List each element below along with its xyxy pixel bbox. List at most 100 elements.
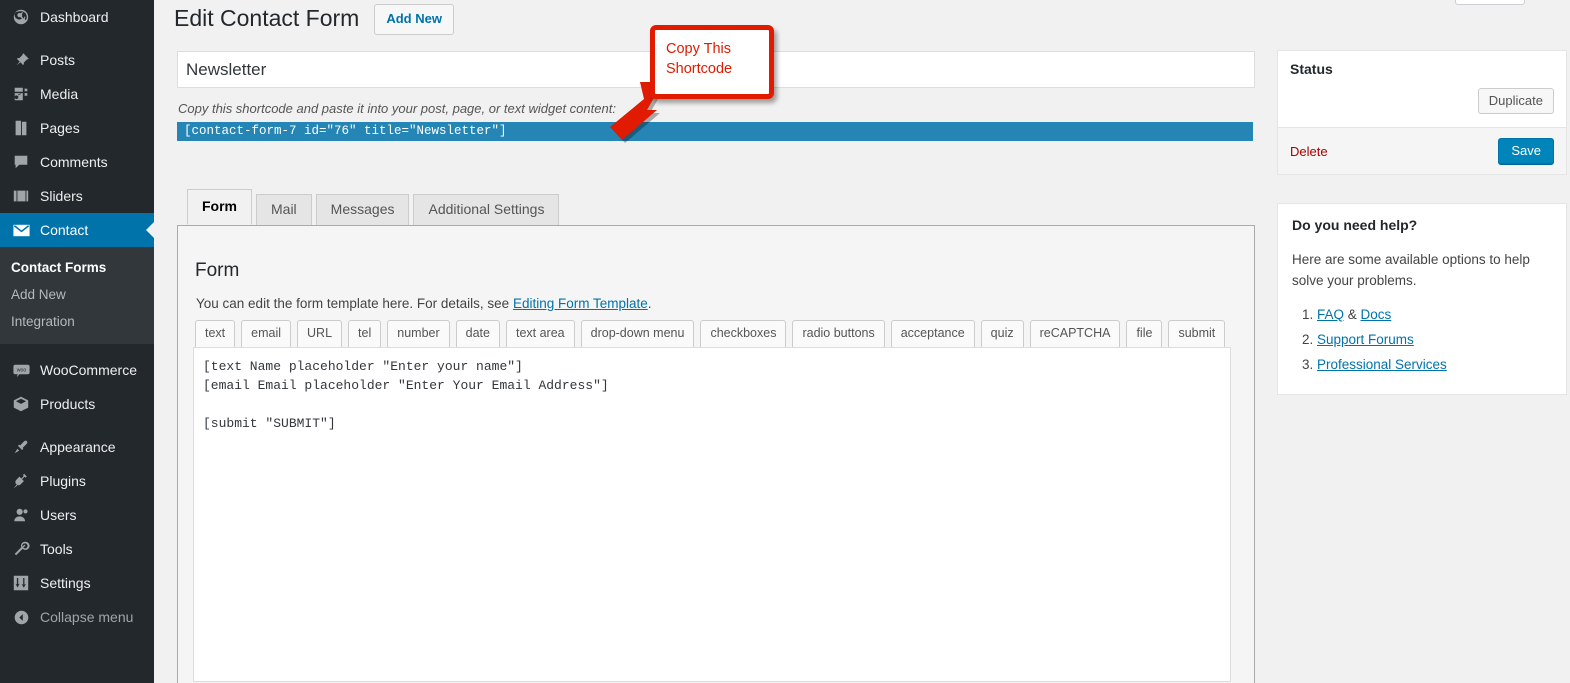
collapse-menu-label: Collapse menu [40, 609, 134, 625]
active-menu-arrow [146, 222, 154, 238]
page-title-row: Edit Contact Form Add New [174, 4, 454, 35]
tab-mail[interactable]: Mail [256, 194, 312, 226]
status-panel: Status Duplicate Delete Save [1277, 50, 1567, 175]
sidebar-separator [0, 344, 154, 353]
callout-text: Copy This Shortcode [655, 30, 769, 79]
sidebar-item-pages[interactable]: Pages [0, 111, 154, 145]
sidebar-separator [0, 34, 154, 43]
tag-button-recaptcha[interactable]: reCAPTCHA [1029, 320, 1121, 349]
faq-link[interactable]: FAQ [1317, 307, 1344, 322]
users-icon [11, 505, 31, 525]
sidebar-item-label: Pages [40, 120, 80, 136]
sidebar-item-posts[interactable]: Posts [0, 43, 154, 77]
help-panel-links: FAQ & Docs Support Forums Professional S… [1292, 303, 1552, 378]
sidebar-item-add-new[interactable]: Add New [0, 281, 154, 308]
sidebar-item-settings[interactable]: Settings [0, 566, 154, 600]
sidebar-item-appearance[interactable]: Appearance [0, 430, 154, 464]
form-editor-panel: Form You can edit the form template here… [177, 225, 1255, 683]
sidebar-item-plugins[interactable]: Plugins [0, 464, 154, 498]
sidebar-item-users[interactable]: Users [0, 498, 154, 532]
sidebar-separator [0, 421, 154, 430]
sidebar-item-label: Appearance [40, 439, 116, 455]
tag-button-date[interactable]: date [455, 320, 500, 349]
sidebar-item-label: WooCommerce [40, 362, 137, 378]
pages-icon [11, 118, 31, 138]
sidebar-item-label: Sliders [40, 188, 83, 204]
woocommerce-icon: woo [11, 360, 31, 380]
form-panel-heading: Form [195, 260, 240, 281]
tag-button-number[interactable]: number [387, 320, 450, 349]
callout-box: Copy This Shortcode [650, 25, 774, 99]
help-tab-button[interactable]: Help ▼ [1455, 0, 1525, 5]
sidebar-item-label: Contact [40, 222, 89, 238]
tag-button-text-area[interactable]: text area [505, 320, 575, 349]
sidebar-item-label: Comments [40, 154, 108, 170]
page-title: Edit Contact Form [174, 5, 360, 32]
sidebar-item-products[interactable]: Products [0, 387, 154, 421]
tab-messages[interactable]: Messages [315, 194, 410, 226]
tag-button-email[interactable]: email [241, 320, 292, 349]
comments-icon [11, 152, 31, 172]
status-panel-title: Status [1290, 61, 1333, 77]
professional-services-link[interactable]: Professional Services [1317, 357, 1447, 372]
help-link-item: Support Forums [1317, 328, 1552, 353]
dashboard-icon [11, 7, 31, 27]
envelope-icon [11, 220, 31, 240]
sidebar-item-integration[interactable]: Integration [0, 308, 154, 335]
help-panel-text: Here are some available options to help … [1292, 252, 1530, 288]
settings-sliders-icon [11, 573, 31, 593]
tab-form[interactable]: Form [187, 189, 252, 225]
tag-generator-buttons: text email URL tel number date text area… [195, 320, 1231, 349]
form-desc-text: You can edit the form template here. For… [196, 296, 513, 311]
sidebar-item-label: Users [40, 507, 77, 523]
sidebar-item-dashboard[interactable]: Dashboard [0, 0, 154, 34]
tools-wrench-icon [11, 539, 31, 559]
sidebar-item-comments[interactable]: Comments [0, 145, 154, 179]
tag-button-acceptance[interactable]: acceptance [890, 320, 975, 349]
tag-button-url[interactable]: URL [297, 320, 343, 349]
sidebar-item-woocommerce[interactable]: woo WooCommerce [0, 353, 154, 387]
sidebar-item-label: Products [40, 396, 96, 412]
shortcode-instructions: Copy this shortcode and paste it into yo… [178, 101, 616, 116]
tag-button-quiz[interactable]: quiz [980, 320, 1024, 349]
add-new-button[interactable]: Add New [374, 4, 454, 35]
sidebar-item-contact[interactable]: Contact [0, 213, 154, 247]
support-forums-link[interactable]: Support Forums [1317, 332, 1414, 347]
duplicate-button[interactable]: Duplicate [1477, 88, 1554, 114]
sliders-icon [11, 186, 31, 206]
help-panel-title: Do you need help? [1292, 217, 1418, 233]
editing-form-template-link[interactable]: Editing Form Template [513, 296, 648, 311]
sidebar-item-label: Plugins [40, 473, 86, 489]
collapse-menu-button[interactable]: Collapse menu [0, 600, 154, 634]
products-box-icon [11, 394, 31, 414]
delete-link[interactable]: Delete [1290, 144, 1328, 159]
sidebar-item-label: Tools [40, 541, 73, 557]
contact-submenu: Contact Forms Add New Integration [0, 247, 154, 344]
status-panel-footer: Delete Save [1278, 127, 1566, 174]
tag-button-radio-buttons[interactable]: radio buttons [792, 320, 885, 349]
callout-line-1: Copy This [666, 41, 732, 57]
tag-button-submit[interactable]: submit [1168, 320, 1226, 349]
tag-button-checkboxes[interactable]: checkboxes [700, 320, 787, 349]
form-tab-strip: Form Mail Messages Additional Settings [187, 189, 563, 226]
sidebar-item-label: Dashboard [40, 9, 109, 25]
docs-link[interactable]: Docs [1361, 307, 1392, 322]
tag-button-drop-down-menu[interactable]: drop-down menu [580, 320, 695, 349]
form-template-textarea[interactable]: [text Name placeholder "Enter your name"… [193, 347, 1231, 682]
tag-button-tel[interactable]: tel [348, 320, 382, 349]
admin-content-area: Help ▼ Edit Contact Form Add New Copy th… [154, 0, 1570, 683]
sidebar-item-contact-forms[interactable]: Contact Forms [0, 254, 154, 281]
status-panel-body: Duplicate [1278, 79, 1566, 127]
tag-button-text[interactable]: text [195, 320, 236, 349]
pin-icon [11, 50, 31, 70]
save-button[interactable]: Save [1498, 138, 1554, 164]
sidebar-item-tools[interactable]: Tools [0, 532, 154, 566]
form-panel-description: You can edit the form template here. For… [196, 296, 652, 311]
sidebar-item-sliders[interactable]: Sliders [0, 179, 154, 213]
help-link-item: Professional Services [1317, 353, 1552, 378]
appearance-brush-icon [11, 437, 31, 457]
sidebar-item-media[interactable]: Media [0, 77, 154, 111]
svg-text:woo: woo [16, 367, 26, 373]
tag-button-file[interactable]: file [1126, 320, 1163, 349]
tab-additional-settings[interactable]: Additional Settings [413, 194, 560, 226]
